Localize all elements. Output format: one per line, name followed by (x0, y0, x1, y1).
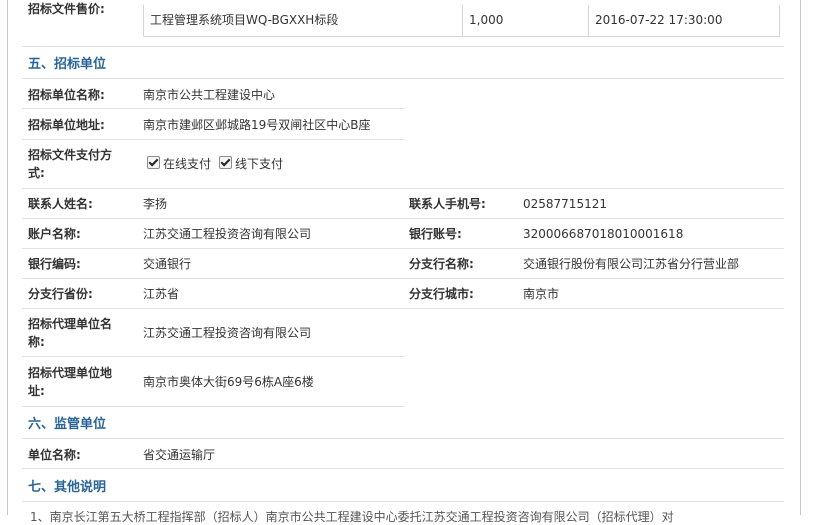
payment-method-label-line1: 招标文件支付方 (28, 148, 113, 162)
divider (22, 278, 784, 279)
offline-payment-checkbox[interactable] (219, 156, 232, 169)
bank-code-value: 交通银行 (143, 257, 192, 271)
supervision-unit-label: 单位名称: (28, 448, 81, 462)
account-name-value: 江苏交通工程投资咨询有限公司 (143, 227, 312, 241)
unit-address-value: 南京市建邺区邺城路19号双闸社区中心B座 (143, 118, 371, 132)
divider (22, 139, 404, 140)
divider (22, 308, 784, 309)
other-notes-text: 1、南京长江第五大桥工程指挥部（招标人）南京市公共工程建设中心委托江苏交通工程投… (30, 510, 674, 524)
divider (22, 108, 404, 109)
payment-online-option[interactable]: 在线支付 (147, 155, 211, 173)
right-frame-border (800, 0, 801, 515)
section-title-supervision: 六、监管单位 (28, 417, 107, 432)
branch-city-label: 分支行城市: (409, 287, 474, 301)
unit-name-label: 招标单位名称: (28, 88, 105, 102)
agent-name-label-line1: 招标代理单位名 (28, 317, 113, 331)
payment-method-label-line2: 式: (28, 166, 45, 180)
divider (22, 438, 784, 439)
bank-code-label: 银行编码: (28, 257, 81, 271)
divider (22, 468, 784, 469)
agent-name-label-line2: 称: (28, 335, 45, 349)
divider (22, 188, 784, 189)
offline-payment-label: 线下支付 (235, 157, 284, 171)
left-frame-border (7, 0, 8, 515)
divider (22, 501, 784, 502)
online-payment-checkbox[interactable] (147, 156, 160, 169)
table-cell-price: 1,000 (463, 5, 589, 36)
divider (22, 218, 784, 219)
contact-name-label: 联系人姓名: (28, 197, 93, 211)
bank-account-label: 银行账号: (409, 227, 462, 241)
branch-name-label: 分支行名称: (409, 257, 474, 271)
section-title-other-notes: 七、其他说明 (28, 480, 107, 495)
branch-name-value: 交通银行股份有限公司江苏省分行营业部 (523, 257, 740, 271)
divider (22, 78, 784, 79)
section-title-tender-unit: 五、招标单位 (28, 57, 107, 72)
divider (22, 406, 404, 407)
table-cell-section: 工程管理系统项目WQ-BGXXH标段 (144, 5, 463, 36)
branch-province-label: 分支行省份: (28, 287, 93, 301)
agent-address-value: 南京市奥体大街69号6栋A座6楼 (143, 375, 314, 389)
unit-address-label: 招标单位地址: (28, 118, 105, 132)
contact-name-value: 李扬 (143, 197, 168, 211)
sale-price-table: 工程管理系统项目WQ-BGXXH标段 1,000 2016-07-22 17:3… (143, 5, 780, 37)
contact-phone-label: 联系人手机号: (409, 197, 486, 211)
supervision-unit-value: 省交通运输厅 (143, 448, 216, 462)
branch-province-value: 江苏省 (143, 287, 180, 301)
bank-account-value: 320006687018010001618 (523, 227, 684, 241)
sale-price-label: 招标文件售价: (28, 2, 105, 16)
table-cell-deadline: 2016-07-22 17:30:00 (595, 13, 723, 27)
payment-offline-option[interactable]: 线下支付 (219, 155, 283, 173)
agent-address-label-line1: 招标代理单位地 (28, 366, 113, 380)
online-payment-label: 在线支付 (163, 157, 212, 171)
tender-detail-panel: 招标文件售价: 工程管理系统项目WQ-BGXXH标段 1,000 2016-07… (22, 0, 784, 524)
divider (22, 356, 404, 357)
branch-city-value: 南京市 (523, 287, 560, 301)
divider (22, 46, 784, 47)
divider (22, 248, 784, 249)
agent-name-value: 江苏交通工程投资咨询有限公司 (143, 326, 312, 340)
unit-name-value: 南京市公共工程建设中心 (143, 88, 276, 102)
agent-address-label-line2: 址: (28, 384, 45, 398)
contact-phone-value: 02587715121 (523, 197, 607, 211)
account-name-label: 账户名称: (28, 227, 81, 241)
